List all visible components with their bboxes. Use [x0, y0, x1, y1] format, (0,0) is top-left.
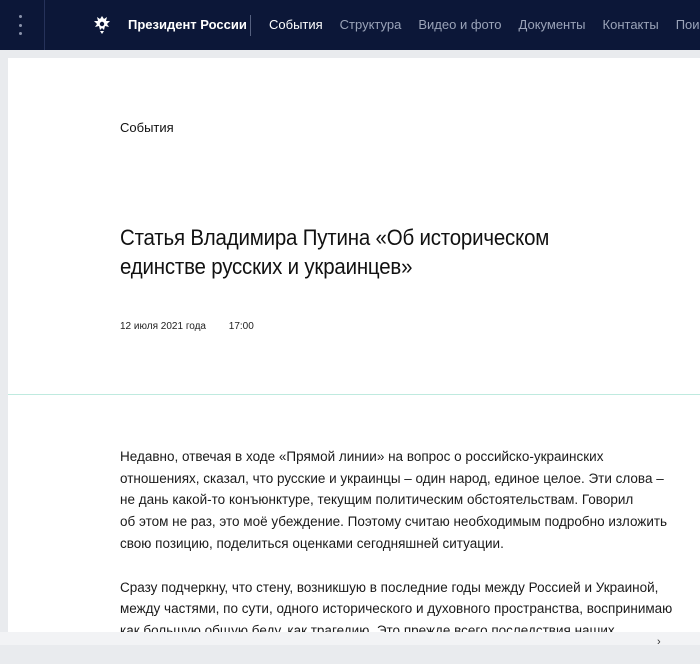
text-line: об этом не раз, это моё убеждение. Поэто… — [120, 514, 668, 530]
article-title: Статья Владимира Путина «Об историческом… — [120, 223, 604, 281]
article-body: Недавно, отвечая в ходе «Прямой линии» н… — [120, 446, 685, 664]
text-line: Недавно, отвечая в ходе «Прямой линии» н… — [120, 449, 604, 464]
divider — [44, 0, 45, 50]
top-navigation-bar: Президент России События Структура Видео… — [0, 0, 700, 50]
divider — [250, 15, 251, 36]
nav-item-structure[interactable]: Структура — [340, 17, 402, 32]
title-line: единстве русских и украинцев» — [120, 254, 413, 279]
nav-item-contacts[interactable]: Контакты — [603, 17, 659, 32]
bottom-scroll-area — [0, 632, 700, 645]
nav-item-video-photo[interactable]: Видео и фото — [418, 17, 501, 32]
category-link[interactable]: События — [120, 120, 174, 135]
publish-time: 17:00 — [228, 321, 254, 332]
coat-of-arms-icon[interactable] — [90, 13, 114, 37]
chevron-right-icon[interactable]: › — [657, 636, 661, 648]
text-line: отношениях, сказал, что русские и украин… — [120, 470, 664, 486]
section-divider — [8, 394, 700, 395]
menu-icon[interactable] — [16, 15, 24, 35]
title-line: Статья Владимира Путина «Об историческом — [120, 225, 550, 250]
paragraph: Недавно, отвечая в ходе «Прямой линии» н… — [120, 446, 685, 555]
nav-item-search[interactable]: Поиск — [676, 17, 700, 32]
article-meta: 12 июля 2021 года 17:00 — [120, 321, 254, 332]
text-line: свою позицию, поделиться оценками сегодн… — [120, 535, 504, 551]
text-line: не дань какой-то конъюнктуре, текущим по… — [120, 492, 634, 508]
text-line: Сразу подчеркну, что стену, возникшую в … — [120, 579, 659, 595]
main-nav: События Структура Видео и фото Документы… — [269, 17, 700, 32]
text-line: между частями, по сути, одного историчес… — [120, 601, 673, 617]
site-brand-link[interactable]: Президент России — [128, 17, 247, 32]
nav-item-documents[interactable]: Документы — [519, 17, 586, 32]
article-card: События Статья Владимира Путина «Об исто… — [8, 58, 700, 645]
nav-item-events[interactable]: События — [269, 17, 323, 32]
publish-date: 12 июля 2021 года — [120, 321, 206, 332]
